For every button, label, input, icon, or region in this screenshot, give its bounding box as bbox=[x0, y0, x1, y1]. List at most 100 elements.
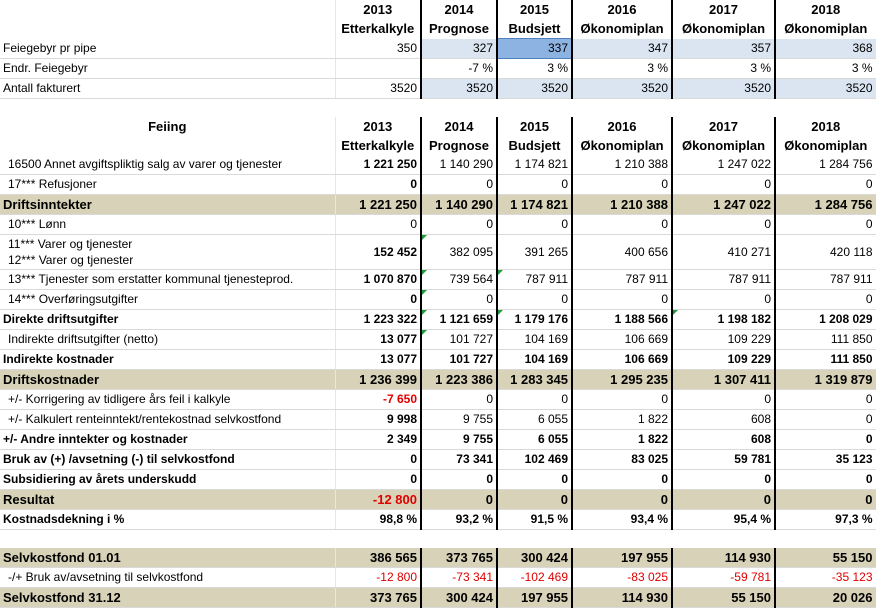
cell[interactable]: 373 765 bbox=[335, 587, 422, 608]
period-header[interactable]: Økonomiplan bbox=[571, 19, 673, 39]
cell[interactable]: 0 bbox=[774, 389, 876, 410]
period-header[interactable]: Økonomiplan bbox=[571, 136, 673, 155]
cell[interactable]: 373 765 bbox=[420, 548, 498, 568]
cell[interactable]: 104 169 bbox=[496, 329, 573, 350]
cell[interactable]: 1 223 386 bbox=[420, 369, 498, 390]
cell[interactable]: 347 bbox=[571, 38, 673, 59]
cell[interactable]: 1 070 870 bbox=[335, 269, 422, 290]
cell[interactable]: 337 bbox=[496, 38, 573, 59]
cell[interactable]: 13 077 bbox=[335, 349, 422, 370]
cell[interactable]: 739 564 bbox=[420, 269, 498, 290]
cell[interactable]: 386 565 bbox=[335, 548, 422, 568]
cell[interactable]: 0 bbox=[774, 469, 876, 490]
row-label[interactable]: Kostnadsdekning i % bbox=[0, 509, 336, 530]
cell[interactable]: 95,4 % bbox=[671, 509, 776, 530]
cell[interactable]: 1 822 bbox=[571, 429, 673, 450]
row-label[interactable]: 16500 Annet avgiftspliktig salg av varer… bbox=[0, 155, 336, 175]
cell[interactable]: 102 469 bbox=[496, 449, 573, 470]
cell[interactable]: 73 341 bbox=[420, 449, 498, 470]
cell[interactable]: 410 271 bbox=[671, 234, 776, 270]
cell[interactable]: 111 850 bbox=[774, 329, 876, 350]
cell[interactable]: 382 095 bbox=[420, 234, 498, 270]
cell[interactable]: 101 727 bbox=[420, 349, 498, 370]
cell[interactable]: 35 123 bbox=[774, 449, 876, 470]
row-label[interactable]: Antall fakturert bbox=[0, 78, 336, 99]
cell[interactable]: 1 221 250 bbox=[335, 194, 422, 215]
cell[interactable]: 59 781 bbox=[671, 449, 776, 470]
cell[interactable]: 9 755 bbox=[420, 409, 498, 430]
period-header[interactable]: Etterkalkyle bbox=[335, 136, 422, 155]
cell[interactable]: -7 % bbox=[420, 58, 498, 79]
cell[interactable]: 368 bbox=[774, 38, 876, 59]
cell[interactable]: 55 150 bbox=[671, 587, 776, 608]
header-blank[interactable] bbox=[0, 0, 336, 19]
cell[interactable]: 1 822 bbox=[571, 409, 673, 430]
cell[interactable]: 0 bbox=[774, 429, 876, 450]
cell[interactable]: 3 % bbox=[671, 58, 776, 79]
cell[interactable] bbox=[335, 58, 422, 79]
cell[interactable]: 3520 bbox=[671, 78, 776, 99]
cell[interactable]: 6 055 bbox=[496, 409, 573, 430]
cell[interactable]: 1 319 879 bbox=[774, 369, 876, 390]
row-label[interactable]: +/- Korrigering av tidligere års feil i … bbox=[0, 389, 336, 410]
cell[interactable]: 3520 bbox=[496, 78, 573, 99]
cell[interactable]: 104 169 bbox=[496, 349, 573, 370]
cell[interactable]: 0 bbox=[774, 489, 876, 510]
cell[interactable]: 0 bbox=[420, 389, 498, 410]
cell[interactable]: 3520 bbox=[571, 78, 673, 99]
year-header[interactable]: 2017 bbox=[671, 0, 776, 19]
header-blank[interactable] bbox=[0, 136, 336, 155]
year-header[interactable]: 2016 bbox=[571, 0, 673, 19]
cell[interactable]: 114 930 bbox=[671, 548, 776, 568]
cell[interactable]: 0 bbox=[335, 449, 422, 470]
cell[interactable]: 0 bbox=[571, 289, 673, 310]
cell[interactable]: 1 174 821 bbox=[496, 194, 573, 215]
row-label[interactable]: 10*** Lønn bbox=[0, 214, 336, 235]
cell[interactable]: 608 bbox=[671, 429, 776, 450]
cell[interactable]: 0 bbox=[420, 174, 498, 195]
row-label[interactable]: Direkte driftsutgifter bbox=[0, 309, 336, 330]
year-header[interactable]: 2013 bbox=[335, 0, 422, 19]
cell[interactable]: 1 283 345 bbox=[496, 369, 573, 390]
cell[interactable]: 0 bbox=[671, 389, 776, 410]
cell[interactable]: 0 bbox=[420, 469, 498, 490]
cell[interactable]: 1 210 388 bbox=[571, 155, 673, 175]
year-header[interactable]: 2013 bbox=[335, 117, 422, 136]
cell[interactable]: -83 025 bbox=[571, 567, 673, 588]
cell[interactable]: 787 911 bbox=[496, 269, 573, 290]
row-label[interactable]: Selvkostfond 31.12 bbox=[0, 587, 336, 608]
cell[interactable]: 0 bbox=[571, 214, 673, 235]
cell[interactable]: 93,2 % bbox=[420, 509, 498, 530]
row-label[interactable]: -/+ Bruk av/avsetning til selvkostfond bbox=[0, 567, 336, 588]
year-header[interactable]: 2018 bbox=[774, 0, 876, 19]
cell[interactable]: 0 bbox=[671, 289, 776, 310]
cell[interactable]: 106 669 bbox=[571, 329, 673, 350]
cell[interactable]: 0 bbox=[420, 289, 498, 310]
cell[interactable]: 197 955 bbox=[496, 587, 573, 608]
year-header[interactable]: 2018 bbox=[774, 117, 876, 136]
cell[interactable]: 2 349 bbox=[335, 429, 422, 450]
cell[interactable]: 0 bbox=[571, 489, 673, 510]
cell[interactable]: 1 121 659 bbox=[420, 309, 498, 330]
cell[interactable]: 787 911 bbox=[671, 269, 776, 290]
cell[interactable]: 1 179 176 bbox=[496, 309, 573, 330]
cell[interactable]: -35 123 bbox=[774, 567, 876, 588]
cell[interactable]: 9 755 bbox=[420, 429, 498, 450]
cell[interactable]: 0 bbox=[496, 214, 573, 235]
cell[interactable]: 0 bbox=[774, 289, 876, 310]
cell[interactable]: 0 bbox=[496, 489, 573, 510]
cell[interactable]: 1 247 022 bbox=[671, 194, 776, 215]
cell[interactable]: 1 236 399 bbox=[335, 369, 422, 390]
row-label[interactable]: Bruk av (+) /avsetning (-) til selvkostf… bbox=[0, 449, 336, 470]
cell[interactable]: 3 % bbox=[571, 58, 673, 79]
cell[interactable]: 350 bbox=[335, 38, 422, 59]
row-label[interactable]: 17*** Refusjoner bbox=[0, 174, 336, 195]
row-label[interactable]: Resultat bbox=[0, 489, 336, 510]
row-label[interactable]: Driftskostnader bbox=[0, 369, 336, 390]
cell[interactable]: 0 bbox=[774, 174, 876, 195]
cell[interactable]: 787 911 bbox=[774, 269, 876, 290]
row-label[interactable]: Subsidiering av årets underskudd bbox=[0, 469, 336, 490]
cell[interactable]: 3520 bbox=[335, 78, 422, 99]
period-header[interactable]: Budsjett bbox=[496, 136, 573, 155]
cell[interactable]: 0 bbox=[671, 469, 776, 490]
